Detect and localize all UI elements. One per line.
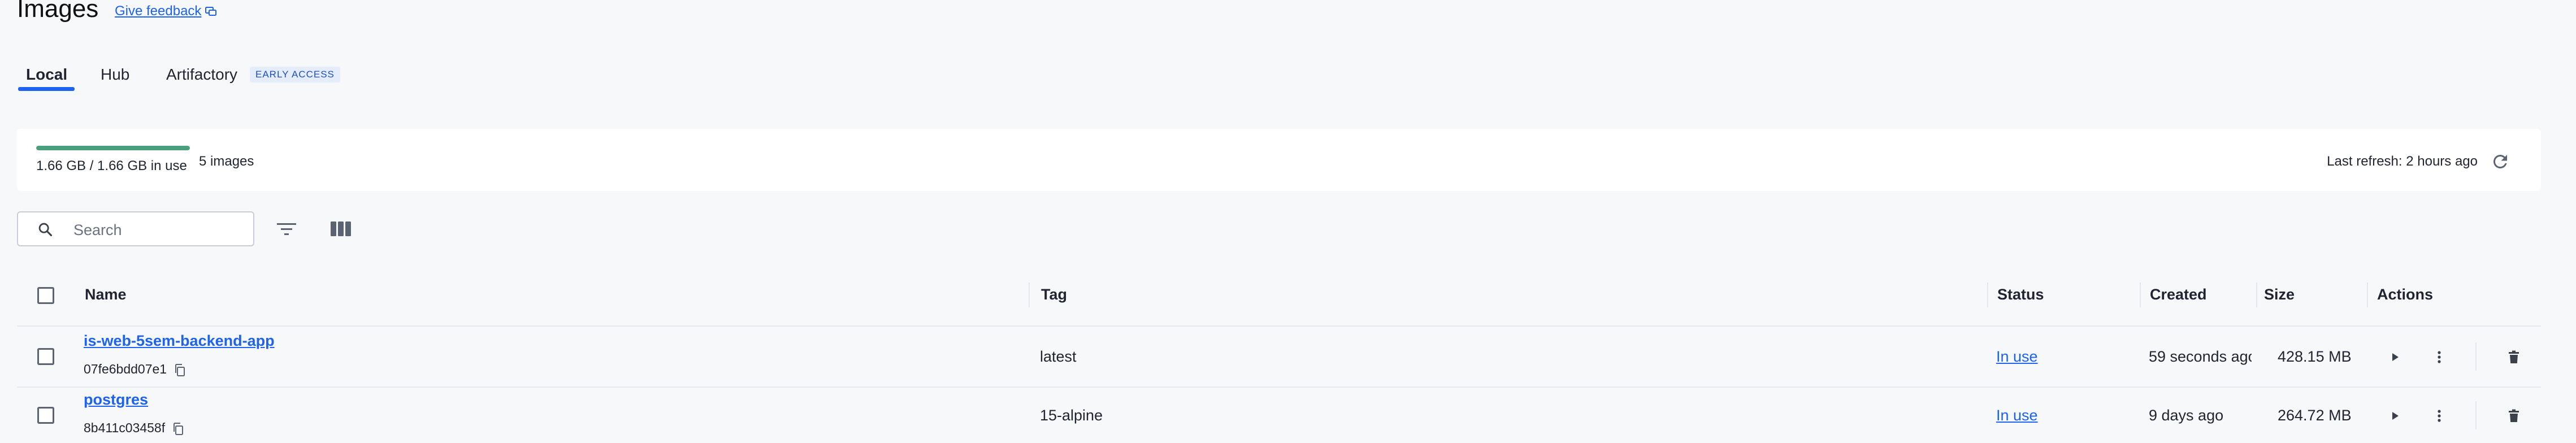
tab-local-indicator xyxy=(18,87,75,91)
delete-button[interactable] xyxy=(2503,405,2525,427)
column-header-actions: Actions xyxy=(2377,286,2434,303)
play-icon xyxy=(2392,412,2399,420)
page-title: Images xyxy=(17,0,99,23)
column-separator[interactable] xyxy=(1029,283,1030,307)
copy-icon[interactable] xyxy=(174,363,186,377)
run-button[interactable] xyxy=(2384,346,2406,368)
more-icon xyxy=(2438,410,2441,422)
image-size: 428.15 MB xyxy=(2278,348,2352,365)
column-separator[interactable] xyxy=(2367,283,2368,307)
filter-button[interactable] xyxy=(271,214,302,244)
actions-separator xyxy=(2475,401,2477,429)
row-divider xyxy=(17,386,2541,388)
image-id-text: 8b411c03458f xyxy=(84,420,166,435)
search-input[interactable] xyxy=(72,218,244,242)
image-name-link[interactable]: is-web-5sem-backend-app xyxy=(84,332,275,350)
early-access-badge: EARLY ACCESS xyxy=(250,67,340,82)
copy-icon[interactable] xyxy=(172,422,184,436)
image-status-link[interactable]: In use xyxy=(1996,348,2038,366)
select-all-checkbox[interactable] xyxy=(37,287,54,304)
columns-icon xyxy=(331,222,351,236)
tab-artifactory[interactable]: Artifactory xyxy=(166,66,237,84)
image-tag: latest xyxy=(1040,348,1077,365)
header-divider xyxy=(17,325,2541,327)
feedback-icon xyxy=(205,6,217,16)
give-feedback-link[interactable]: Give feedback xyxy=(115,3,217,19)
column-header-tag[interactable]: Tag xyxy=(1041,286,1067,303)
delete-button[interactable] xyxy=(2503,346,2525,368)
column-header-size[interactable]: Size xyxy=(2264,286,2295,303)
tab-hub[interactable]: Hub xyxy=(101,66,129,84)
filter-icon xyxy=(277,223,296,235)
image-id: 8b411c03458f xyxy=(84,420,184,436)
last-refresh-text: Last refresh: 2 hours ago xyxy=(2327,154,2478,169)
trash-icon xyxy=(2509,409,2519,422)
trash-icon xyxy=(2509,350,2519,363)
play-icon xyxy=(2392,353,2399,361)
columns-button[interactable] xyxy=(326,214,356,244)
column-separator[interactable] xyxy=(1987,283,1988,307)
search-box[interactable] xyxy=(17,211,254,246)
disk-usage-text: 1.66 GB / 1.66 GB in use xyxy=(36,158,187,173)
actions-separator xyxy=(2475,342,2477,371)
disk-usage-bar xyxy=(36,146,190,150)
disk-usage-card: 1.66 GB / 1.66 GB in use 5 images Last r… xyxy=(17,129,2541,191)
more-actions-button[interactable] xyxy=(2428,346,2451,368)
column-header-created[interactable]: Created xyxy=(2150,286,2207,303)
image-size: 264.72 MB xyxy=(2278,407,2352,424)
more-actions-button[interactable] xyxy=(2428,405,2451,427)
image-created: 9 days ago xyxy=(2149,407,2224,424)
disk-usage-bar-fill xyxy=(36,146,190,150)
run-button[interactable] xyxy=(2384,405,2406,427)
column-header-name[interactable]: Name xyxy=(85,286,127,303)
refresh-icon xyxy=(2493,154,2507,168)
search-icon xyxy=(38,223,53,237)
row-checkbox[interactable] xyxy=(37,407,54,424)
column-separator[interactable] xyxy=(2140,283,2141,307)
image-created: 59 seconds ago xyxy=(2149,348,2252,365)
row-checkbox[interactable] xyxy=(37,348,54,365)
images-count: 5 images xyxy=(199,154,254,169)
image-name-link[interactable]: postgres xyxy=(84,391,148,409)
tab-local[interactable]: Local xyxy=(26,66,67,84)
image-id-text: 07fe6bdd07e1 xyxy=(84,362,167,376)
image-tag: 15-alpine xyxy=(1040,407,1103,424)
give-feedback-label: Give feedback xyxy=(115,3,202,19)
more-icon xyxy=(2438,351,2441,363)
column-separator[interactable] xyxy=(2256,283,2257,307)
image-status-link[interactable]: In use xyxy=(1996,407,2038,424)
refresh-button[interactable] xyxy=(2488,149,2513,174)
image-id: 07fe6bdd07e1 xyxy=(84,362,186,377)
column-header-status[interactable]: Status xyxy=(1997,286,2044,303)
